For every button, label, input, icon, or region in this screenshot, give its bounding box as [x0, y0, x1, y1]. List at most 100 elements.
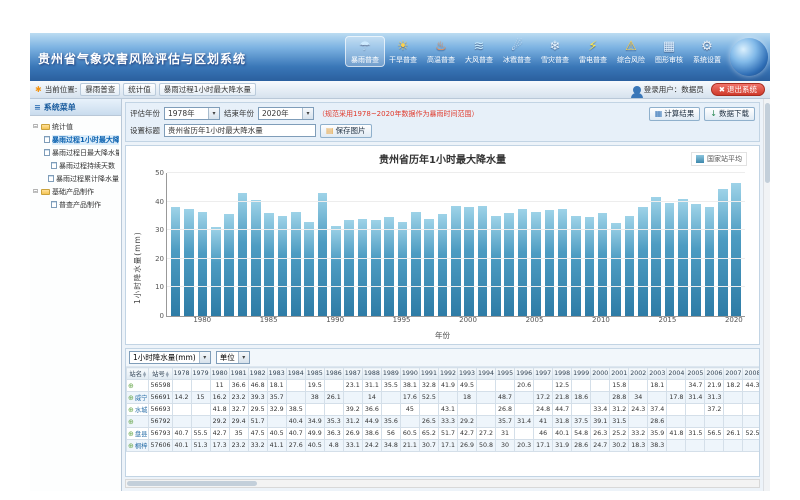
- nav-item-review[interactable]: ▦图形审核: [650, 37, 688, 66]
- table-row[interactable]: ⊕威宁5669114.21516.223.239.335.73826.11417…: [127, 392, 760, 404]
- bar-year-1993[interactable]: [369, 173, 382, 316]
- table-row[interactable]: ⊕盘县5679340.755.542.73547.540.540.749.936…: [127, 428, 760, 440]
- header-year-1987[interactable]: 1987: [343, 368, 362, 380]
- expand-row-icon[interactable]: ⊕: [128, 382, 134, 390]
- horizontal-scrollbar[interactable]: [125, 479, 760, 488]
- bar-year-2008[interactable]: [569, 173, 582, 316]
- bar-year-1980[interactable]: [196, 173, 209, 316]
- expand-row-icon[interactable]: ⊕: [128, 430, 134, 438]
- bar-year-1979[interactable]: [182, 173, 195, 316]
- bar-year-2003[interactable]: [503, 173, 516, 316]
- header-year-1997[interactable]: 1997: [534, 368, 553, 380]
- download-data-button[interactable]: ↓ 数据下载: [704, 107, 755, 121]
- nav-item-drought[interactable]: ☀干旱普查: [384, 37, 422, 66]
- bar-year-1984[interactable]: [249, 173, 262, 316]
- save-image-button[interactable]: ▤ 保存图片: [320, 124, 372, 138]
- header-year-2001[interactable]: 2001: [610, 368, 629, 380]
- bar-year-1988[interactable]: [302, 173, 315, 316]
- bar-year-1990[interactable]: [329, 173, 342, 316]
- bar-year-1985[interactable]: [262, 173, 275, 316]
- bar-year-1987[interactable]: [289, 173, 302, 316]
- bar-year-2015[interactable]: [663, 173, 676, 316]
- bar-year-1981[interactable]: [209, 173, 222, 316]
- expand-row-icon[interactable]: ⊕: [128, 406, 134, 414]
- tree-item-1[interactable]: 暴雨过程1小时最大降水量: [32, 133, 119, 146]
- bar-year-1997[interactable]: [423, 173, 436, 316]
- table-row[interactable]: ⊕水城5669341.832.729.532.938.539.236.64543…: [127, 404, 760, 416]
- header-year-1996[interactable]: 1996: [515, 368, 534, 380]
- header-year-1983[interactable]: 1983: [267, 368, 286, 380]
- header-year-1982[interactable]: 1982: [248, 368, 267, 380]
- header-year-2005[interactable]: 2005: [686, 368, 705, 380]
- header-year-2002[interactable]: 2002: [629, 368, 648, 380]
- calculate-button[interactable]: ▦ 计算结果: [649, 107, 701, 121]
- header-year-2003[interactable]: 2003: [648, 368, 667, 380]
- end-year-select[interactable]: 2020年 ▾: [258, 107, 314, 120]
- bar-year-1998[interactable]: [436, 173, 449, 316]
- header-year-1999[interactable]: 1999: [572, 368, 591, 380]
- table-row[interactable]: ⊕5679229.229.451.740.434.935.331.244.935…: [127, 416, 760, 428]
- header-year-1991[interactable]: 1991: [419, 368, 438, 380]
- tree-item-2[interactable]: 暴雨过程日最大降水量: [32, 146, 119, 159]
- header-year-1986[interactable]: 1986: [324, 368, 343, 380]
- bar-year-1983[interactable]: [236, 173, 249, 316]
- header-year-1990[interactable]: 1990: [400, 368, 419, 380]
- nav-item-settings[interactable]: ⚙系统设置: [688, 37, 726, 66]
- bar-year-1999[interactable]: [449, 173, 462, 316]
- bar-year-2000[interactable]: [463, 173, 476, 316]
- nav-item-rainstorm[interactable]: ☂暴雨普查: [346, 37, 384, 66]
- unit-select[interactable]: 单位 ▾: [216, 351, 250, 364]
- bar-year-1982[interactable]: [222, 173, 235, 316]
- chart-title-input[interactable]: [164, 124, 316, 137]
- table-row[interactable]: ⊕桐梓5760640.151.317.323.233.241.127.640.5…: [127, 440, 760, 452]
- tree-item-4[interactable]: 暴雨过程累计降水量: [32, 172, 119, 185]
- header-station-name[interactable]: 站名▲▼: [127, 368, 149, 380]
- expand-row-icon[interactable]: ⊕: [128, 394, 134, 402]
- bar-year-2009[interactable]: [583, 173, 596, 316]
- header-year-1980[interactable]: 1980: [210, 368, 229, 380]
- logout-button[interactable]: ✖ 退出系统: [711, 83, 765, 96]
- bar-year-2001[interactable]: [476, 173, 489, 316]
- header-year-1993[interactable]: 1993: [457, 368, 476, 380]
- nav-item-heat[interactable]: ♨高温普查: [422, 37, 460, 66]
- header-year-1981[interactable]: 1981: [229, 368, 248, 380]
- bar-year-2010[interactable]: [596, 173, 609, 316]
- header-year-2006[interactable]: 2006: [705, 368, 724, 380]
- header-year-2004[interactable]: 2004: [667, 368, 686, 380]
- bar-year-2006[interactable]: [543, 173, 556, 316]
- bar-year-2004[interactable]: [516, 173, 529, 316]
- expand-row-icon[interactable]: ⊕: [128, 442, 134, 450]
- nav-item-wind[interactable]: ≋大风普查: [460, 37, 498, 66]
- bar-year-2013[interactable]: [636, 173, 649, 316]
- nav-item-hail[interactable]: ☄冰雹普查: [498, 37, 536, 66]
- header-year-2008[interactable]: 2008: [743, 368, 759, 380]
- bar-year-1991[interactable]: [342, 173, 355, 316]
- nav-item-snow[interactable]: ❄雪灾普查: [536, 37, 574, 66]
- expand-row-icon[interactable]: ⊕: [128, 418, 134, 426]
- header-year-1979[interactable]: 1979: [191, 368, 210, 380]
- start-year-select[interactable]: 1978年 ▾: [164, 107, 220, 120]
- bar-year-2018[interactable]: [703, 173, 716, 316]
- tree-item-0[interactable]: ⊟统计值: [32, 120, 119, 133]
- bar-year-2012[interactable]: [623, 173, 636, 316]
- bar-year-1989[interactable]: [316, 173, 329, 316]
- horizontal-scrollbar-thumb[interactable]: [127, 481, 257, 486]
- breadcrumb-tab-2[interactable]: 暴雨过程1小时最大降水量: [159, 83, 256, 96]
- header-year-1989[interactable]: 1989: [381, 368, 400, 380]
- vertical-scrollbar[interactable]: [763, 99, 770, 491]
- bar-year-1994[interactable]: [383, 173, 396, 316]
- nav-item-lightning[interactable]: ⚡雷电普查: [574, 37, 612, 66]
- bar-year-2014[interactable]: [649, 173, 662, 316]
- bar-year-2017[interactable]: [689, 173, 702, 316]
- nav-item-risk[interactable]: ⚠综合风险: [612, 37, 650, 66]
- bar-year-1995[interactable]: [396, 173, 409, 316]
- bar-year-2020[interactable]: [729, 173, 742, 316]
- header-year-1998[interactable]: 1998: [553, 368, 572, 380]
- collapse-icon[interactable]: ⊟: [32, 123, 39, 130]
- header-year-1988[interactable]: 1988: [362, 368, 381, 380]
- breadcrumb-tab-0[interactable]: 暴雨普查: [80, 83, 120, 96]
- metric-select[interactable]: 1小时降水量(mm) ▾: [129, 351, 211, 364]
- bar-year-2019[interactable]: [716, 173, 729, 316]
- bar-year-1996[interactable]: [409, 173, 422, 316]
- tree-item-3[interactable]: 暴雨过程持续天数: [32, 159, 119, 172]
